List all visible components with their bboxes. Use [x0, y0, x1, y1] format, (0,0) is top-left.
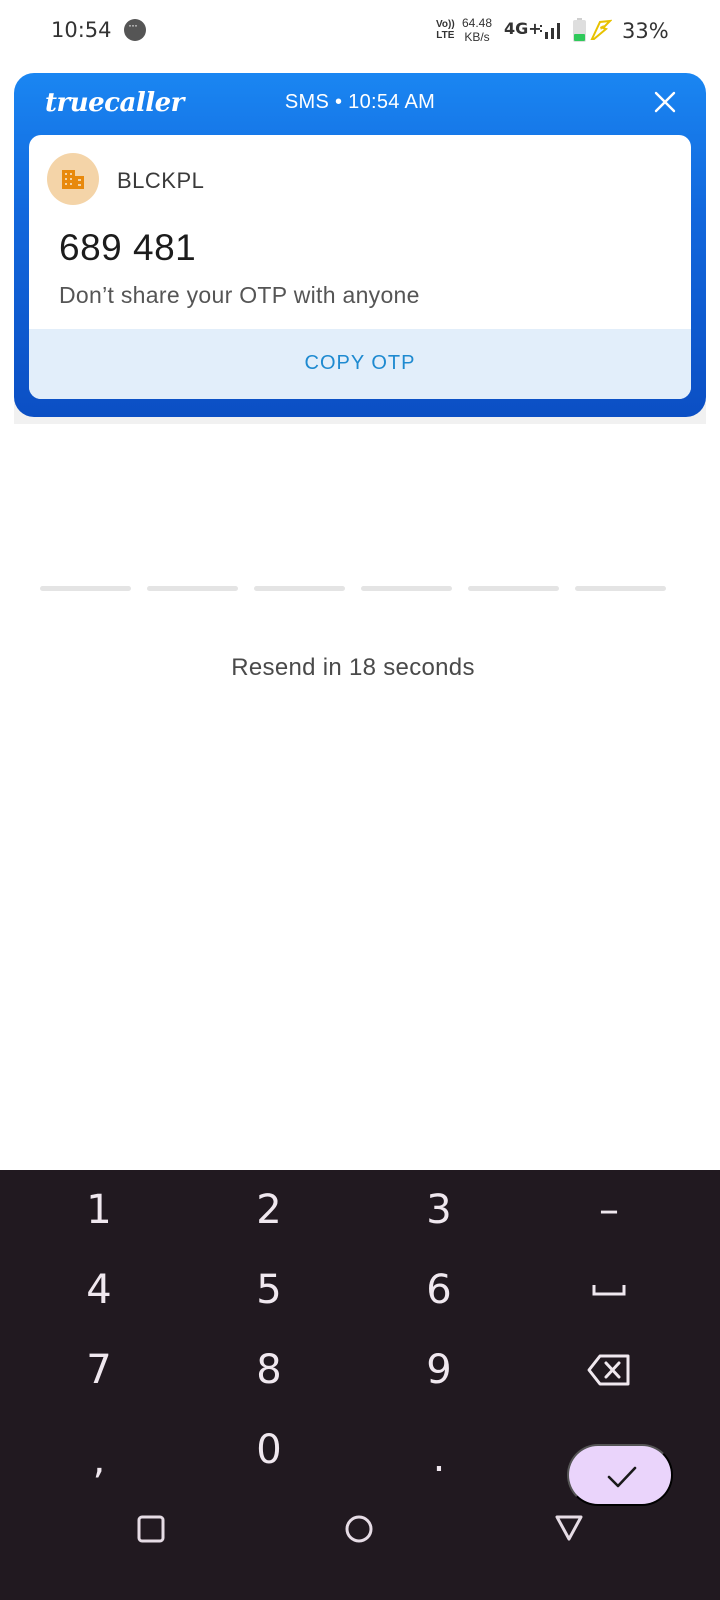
status-time: 10:54 [51, 18, 112, 42]
otp-input[interactable] [40, 586, 666, 592]
key-1[interactable]: 1 [29, 1170, 169, 1250]
copy-otp-label: COPY OTP [304, 352, 416, 374]
key-9[interactable]: 9 [369, 1330, 509, 1410]
network-type: 4G+ [504, 19, 542, 38]
battery-icon [573, 18, 586, 42]
otp-digit-box[interactable] [147, 586, 238, 591]
key-dash[interactable]: – [539, 1170, 679, 1250]
sms-meta: SMS • 10:54 AM [284, 91, 436, 113]
status-bar: 10:54 Vo)) LTE 64.48 KB/s 4G+ 33% [0, 0, 720, 62]
otp-digit-box[interactable] [468, 586, 559, 591]
otp-code: 689 481 [59, 227, 197, 268]
key-2[interactable]: 2 [199, 1170, 339, 1250]
otp-digit-box[interactable] [361, 586, 452, 591]
key-3[interactable]: 3 [369, 1170, 509, 1250]
lte-label: LTE [436, 30, 455, 41]
volte-label: Vo)) [436, 19, 455, 30]
truecaller-otp-card: truecaller SMS • 10:54 AM BLCKPL 689 481… [14, 73, 706, 417]
key-period[interactable]: . [369, 1410, 509, 1490]
back-icon[interactable] [554, 1514, 584, 1542]
numeric-keyboard: 1 2 3– 4 5 6 7 8 9, 0. [0, 1170, 720, 1600]
recent-apps-icon[interactable] [137, 1515, 165, 1543]
key-0[interactable]: 0 [199, 1410, 339, 1490]
key-comma[interactable]: , [29, 1410, 169, 1490]
enter-key[interactable] [567, 1444, 673, 1506]
otp-digit-box[interactable] [40, 586, 131, 591]
key-4[interactable]: 4 [29, 1250, 169, 1330]
charging-icon [590, 19, 612, 40]
sender-avatar [47, 153, 99, 205]
battery-percent: 33% [622, 19, 669, 43]
close-icon[interactable] [650, 87, 680, 117]
space-icon[interactable] [586, 1272, 632, 1308]
otp-warning-text: Don’t share your OTP with anyone [59, 282, 420, 308]
sender-name: BLCKPL [117, 168, 205, 193]
otp-digit-box[interactable] [575, 586, 666, 591]
key-6[interactable]: 6 [369, 1250, 509, 1330]
key-5[interactable]: 5 [199, 1250, 339, 1330]
volte-indicator: Vo)) LTE [436, 19, 455, 41]
network-speed: 64.48 KB/s [462, 16, 492, 44]
network-speed-unit: KB/s [464, 30, 490, 44]
network-speed-value: 64.48 [462, 16, 493, 30]
resend-timer: Resend in 18 seconds [231, 654, 475, 681]
key-8[interactable]: 8 [199, 1330, 339, 1410]
check-icon [607, 1466, 637, 1488]
signal-icon [540, 23, 560, 39]
copy-otp-button[interactable]: COPY OTP [29, 329, 691, 399]
backspace-icon[interactable] [586, 1352, 632, 1388]
message-notification-icon [124, 18, 146, 41]
key-7[interactable]: 7 [29, 1330, 169, 1410]
building-icon [62, 170, 84, 189]
otp-message-panel: BLCKPL 689 481 Don’t share your OTP with… [29, 135, 691, 399]
home-icon[interactable] [344, 1514, 374, 1544]
otp-digit-box[interactable] [254, 586, 345, 591]
